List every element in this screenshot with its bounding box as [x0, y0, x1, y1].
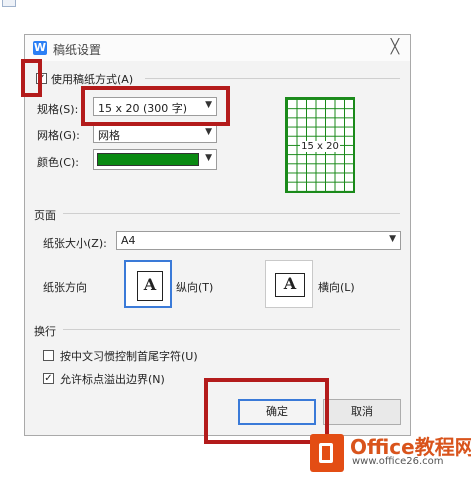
chinese-rule-checkbox[interactable]	[43, 350, 54, 361]
landscape-label: 横向(L)	[318, 281, 355, 294]
document-icon	[2, 0, 16, 7]
manuscript-preview: 15 x 20	[285, 97, 355, 193]
paper-size-label: 纸张大小(Z):	[43, 237, 107, 250]
page-section-title: 页面	[34, 209, 56, 222]
landscape-option[interactable]: A	[265, 260, 313, 308]
landscape-page-icon: A	[275, 273, 305, 297]
chevron-down-icon: ▼	[205, 127, 212, 137]
use-manuscript-label: 使用稿纸方式(A)	[51, 73, 134, 86]
cancel-button[interactable]: 取消	[323, 399, 401, 425]
watermark-url: www.office26.com	[352, 456, 444, 467]
chevron-down-icon: ▼	[205, 153, 212, 163]
grid-type-value: 网格	[98, 129, 120, 142]
spec-label: 规格(S):	[37, 103, 79, 116]
color-select[interactable]: ▼	[93, 149, 217, 170]
chevron-down-icon: ▼	[389, 234, 396, 244]
watermark: Office教程网 www.office26.com	[302, 428, 471, 479]
highlight-box-spec	[81, 86, 230, 126]
portrait-option[interactable]: A	[124, 260, 172, 308]
wps-app-icon: W	[33, 41, 47, 55]
portrait-page-icon: A	[137, 271, 163, 301]
punct-overflow-checkbox[interactable]: ✓	[43, 373, 54, 384]
portrait-label: 纵向(T)	[176, 281, 214, 294]
highlight-box-checkbox	[21, 59, 42, 97]
paper-size-select[interactable]: A4 ▼	[116, 231, 401, 250]
dialog-title: 稿纸设置	[53, 43, 102, 57]
divider	[63, 213, 400, 214]
color-swatch	[97, 153, 199, 166]
title-bar: W 稿纸设置 ╳	[25, 35, 410, 61]
divider	[63, 329, 400, 330]
chinese-rule-label: 按中文习惯控制首尾字符(U)	[60, 350, 198, 363]
close-icon[interactable]: ╳	[386, 38, 404, 56]
check-icon: ✓	[44, 373, 53, 384]
paper-size-value: A4	[121, 234, 136, 247]
divider	[145, 78, 400, 79]
office-logo-icon	[310, 434, 344, 472]
grid-type-label: 网格(G):	[37, 129, 80, 142]
punct-overflow-label: 允许标点溢出边界(N)	[60, 373, 165, 386]
grid-type-select[interactable]: 网格 ▼	[93, 124, 217, 143]
wrap-section-title: 换行	[34, 325, 56, 338]
preview-label: 15 x 20	[300, 141, 340, 152]
color-label: 颜色(C):	[37, 156, 79, 169]
orientation-label: 纸张方向	[43, 281, 87, 294]
